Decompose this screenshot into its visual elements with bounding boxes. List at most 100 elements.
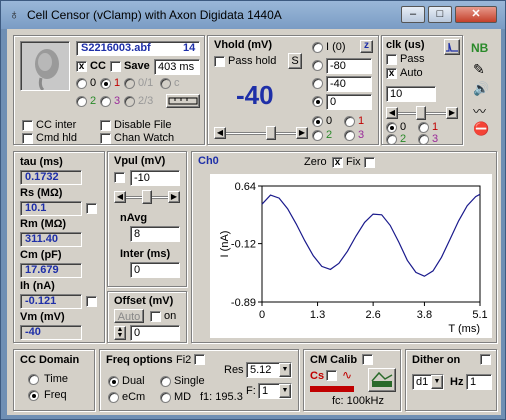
clk-pass-checkbox[interactable] [386, 54, 397, 65]
z-button[interactable]: z [360, 40, 373, 53]
fix-checkbox[interactable] [364, 157, 375, 168]
single-radio[interactable] [160, 376, 171, 387]
zero-checkbox[interactable]: x [332, 157, 343, 168]
cm-calib-checkbox[interactable] [362, 354, 373, 365]
clk-channel-2-radio[interactable] [386, 134, 397, 145]
nb-button[interactable]: NB [471, 41, 488, 55]
clk-slider[interactable]: ◀ ▶ [386, 106, 458, 120]
preset-2-field[interactable]: -40 [326, 76, 372, 92]
offset-auto-button[interactable]: Auto [114, 309, 144, 323]
channel-1-radio[interactable] [100, 78, 111, 89]
f-label: F: [246, 385, 256, 397]
channel-c-radio[interactable] [160, 78, 171, 89]
plot-area[interactable]: 0.64 -0.12 -0.89 0 1.3 2.6 3.8 5.1 T (ms) I (nA) [210, 174, 492, 338]
minimize-button[interactable]: – [401, 6, 425, 23]
chevron-down-icon[interactable]: ▼ [279, 384, 291, 398]
pencil-icon[interactable]: ✎ [473, 61, 485, 78]
save-duration-field[interactable]: 403 ms [154, 59, 200, 75]
slider-left-arrow[interactable]: ◀ [214, 127, 226, 139]
i-zero-radio[interactable] [312, 42, 323, 53]
dither-title: Dither on [412, 354, 461, 366]
stop-icon[interactable]: ⛔ [473, 121, 489, 137]
clk-slider-thumb[interactable] [416, 106, 426, 120]
dither-checkbox[interactable] [480, 354, 491, 365]
slider-right-arrow[interactable]: ▶ [296, 127, 308, 139]
chevron-down-icon[interactable]: ▼ [431, 375, 443, 389]
cs-checkbox[interactable] [326, 370, 337, 381]
navg-field[interactable]: 8 [130, 226, 180, 242]
offset-field[interactable]: 0 [130, 325, 180, 341]
disable-file-checkbox[interactable] [100, 120, 111, 131]
vpul-slider-thumb[interactable] [142, 190, 152, 204]
vpul-slider-left-arrow[interactable]: ◀ [114, 191, 126, 203]
preset-1-field[interactable]: -80 [326, 58, 372, 74]
ecm-radio[interactable] [108, 392, 119, 403]
vhold-channel-3-radio[interactable] [344, 130, 355, 141]
save-checkbox[interactable] [110, 61, 121, 72]
clk-auto-checkbox[interactable]: x [386, 68, 397, 79]
slider-thumb[interactable] [266, 126, 276, 140]
chevron-down-icon[interactable]: ▼ [279, 363, 291, 377]
preset-3-radio[interactable] [312, 96, 323, 107]
vhold-slider[interactable]: ◀ ▶ [214, 126, 308, 140]
channel-01-radio[interactable] [124, 78, 135, 89]
chan-watch-checkbox[interactable] [100, 133, 111, 144]
time-radio[interactable] [28, 374, 39, 385]
vpul-field[interactable]: -10 [130, 170, 180, 186]
res-select[interactable]: 5.12 ▼ [246, 362, 292, 378]
measure-value: 0.1732 [25, 171, 59, 183]
clk-value-field[interactable]: 10 [386, 86, 436, 102]
vhold-channel-2-radio[interactable] [312, 130, 323, 141]
file-name-field[interactable]: S2216003.abf 14 [76, 41, 200, 56]
speaker-icon[interactable]: 🔊 [473, 81, 489, 97]
ruler-icon [168, 97, 198, 105]
f-select[interactable]: 1 ▼ [258, 383, 292, 399]
dither-select[interactable]: d1 ▼ [412, 374, 444, 390]
preset-3-field[interactable]: 0 [326, 94, 372, 110]
vhold-channel-1-label: 1 [358, 115, 365, 127]
clk-channel-0-radio[interactable] [386, 122, 397, 133]
measure-checkbox[interactable] [86, 203, 97, 214]
clk-slider-left-arrow[interactable]: ◀ [386, 107, 398, 119]
clk-channel-1-label: 1 [432, 121, 439, 133]
pulse-button[interactable] [444, 39, 460, 55]
vpul-checkbox[interactable] [114, 172, 125, 183]
cmd-hld-checkbox[interactable] [22, 133, 33, 144]
preset-1-radio[interactable] [312, 60, 323, 71]
scale-button[interactable] [166, 94, 200, 108]
freq-radio[interactable] [28, 390, 39, 401]
hz-field[interactable]: 1 [466, 374, 492, 390]
md-radio[interactable] [160, 392, 171, 403]
vhold-channel-0-label: 0 [326, 115, 333, 127]
chart-icon[interactable]: 〰 [473, 101, 486, 120]
fi2-checkbox[interactable] [194, 354, 205, 365]
channel-3-radio[interactable] [100, 96, 111, 107]
offset-spinner[interactable]: ▲ ▼ [114, 326, 126, 340]
clk-channel-1-radio[interactable] [418, 122, 429, 133]
maximize-button[interactable]: □ [428, 6, 452, 23]
channel-2-radio[interactable] [76, 96, 87, 107]
dual-radio[interactable] [108, 376, 119, 387]
vpul-slider[interactable]: ◀ ▶ [114, 190, 180, 204]
clk-channel-3-radio[interactable] [418, 134, 429, 145]
s-button[interactable]: S [288, 53, 302, 69]
inter-field[interactable]: 0 [130, 262, 180, 278]
vhold-channel-0-radio[interactable] [312, 116, 323, 127]
measure-checkbox[interactable] [86, 296, 97, 307]
cc-checkbox[interactable]: x [76, 61, 87, 72]
preset-2-radio[interactable] [312, 78, 323, 89]
vhold-channel-1-radio[interactable] [344, 116, 355, 127]
cmd-hld-label: Cmd hld [36, 132, 77, 144]
x-tick-label: 3.8 [417, 309, 432, 321]
clk-slider-right-arrow[interactable]: ▶ [446, 107, 458, 119]
pass-hold-checkbox[interactable] [214, 56, 225, 67]
single-label: Single [174, 375, 205, 387]
vpul-slider-right-arrow[interactable]: ▶ [168, 191, 180, 203]
channel-23-radio[interactable] [124, 96, 135, 107]
channel-0-radio[interactable] [76, 78, 87, 89]
close-button[interactable]: ✕ [455, 6, 497, 23]
cc-inter-checkbox[interactable] [22, 120, 33, 131]
calib-button[interactable] [368, 368, 396, 392]
title-bar[interactable]: ♁ Cell Censor (vClamp) with Axon Digidat… [1, 1, 505, 29]
offset-on-checkbox[interactable] [150, 311, 161, 322]
